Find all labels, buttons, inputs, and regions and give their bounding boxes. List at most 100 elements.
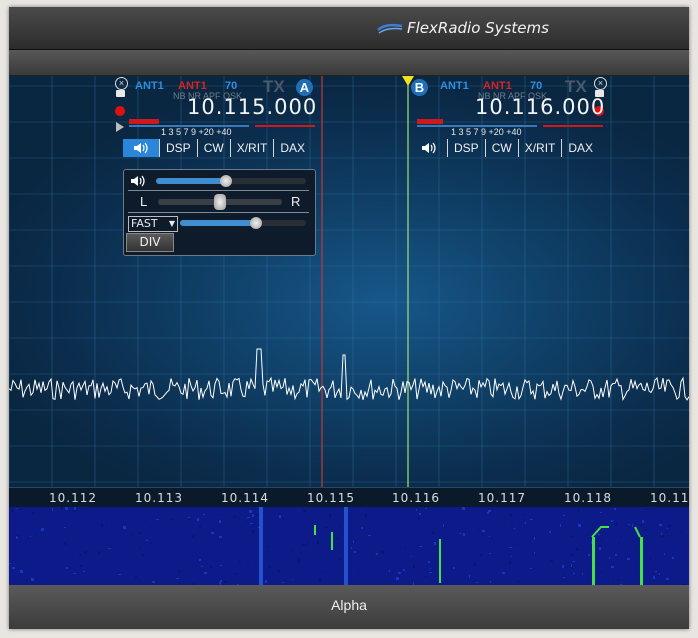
s-meter-over (255, 125, 315, 127)
lock-icon[interactable] (116, 90, 125, 97)
waterfall-noise (617, 579, 619, 581)
waterfall-cw-trace (331, 532, 333, 550)
waterfall-noise (12, 567, 15, 569)
waterfall-noise (530, 582, 531, 583)
waterfall-noise (523, 514, 525, 515)
waterfall-noise (210, 566, 212, 568)
waterfall-noise (192, 535, 194, 538)
waterfall-cw-trace (314, 525, 316, 535)
title-bar: FlexRadio Systems (9, 7, 689, 50)
xrit-button[interactable]: X/RIT (229, 139, 274, 157)
waterfall-noise (578, 524, 581, 527)
slice-frequency[interactable]: 10.115.000 (187, 95, 317, 119)
waterfall-noise (211, 532, 214, 534)
rx-antenna[interactable]: ANT1 (135, 80, 164, 92)
tx-indicator[interactable]: TX (263, 77, 285, 97)
waterfall-noise (123, 526, 126, 529)
waterfall-noise (88, 567, 89, 569)
waterfall-noise (365, 514, 367, 517)
waterfall-noise (419, 513, 421, 515)
waterfall-noise (562, 565, 564, 568)
agc-mode-select[interactable]: FAST ▼ (128, 216, 178, 232)
waterfall-noise (176, 578, 179, 579)
waterfall-noise (511, 556, 512, 557)
waterfall-noise (339, 558, 341, 560)
waterfall-noise (525, 522, 526, 524)
waterfall-noise (101, 524, 103, 527)
audio-button[interactable] (123, 139, 159, 157)
waterfall-noise (106, 524, 107, 527)
freq-tick: 10.113 (135, 491, 183, 505)
waterfall-display[interactable] (9, 507, 689, 585)
volume-icon (131, 175, 145, 187)
waterfall-noise (576, 549, 579, 551)
slice-letter[interactable]: B (411, 79, 428, 96)
waterfall-noise (303, 510, 306, 512)
brand-logo: FlexRadio Systems (377, 15, 549, 41)
waterfall-noise (642, 520, 644, 523)
pan-slider[interactable] (158, 194, 282, 210)
freq-tick: 10.115 (307, 491, 355, 505)
waterfall-noise (11, 509, 14, 512)
slice-letter[interactable]: A (296, 79, 313, 96)
waterfall-noise (292, 549, 293, 552)
close-icon[interactable]: × (115, 77, 128, 90)
dax-button[interactable]: DAX (273, 139, 311, 157)
waterfall-noise (32, 512, 34, 515)
waterfall-noise (570, 554, 573, 556)
waterfall-cw-trace (634, 526, 641, 538)
slice-b-flag[interactable]: B ANT1 ANT1 70 TX × NB NR APF QSK 10.116… (407, 76, 607, 166)
waterfall-noise (571, 564, 572, 567)
volume-slider[interactable] (156, 175, 306, 187)
waterfall-noise (138, 520, 139, 521)
waterfall-noise (250, 523, 253, 524)
frequency-scale[interactable]: 10.112 10.113 10.114 10.115 10.116 10.11… (9, 487, 689, 508)
waterfall-noise (641, 524, 642, 526)
cw-button[interactable]: CW (196, 139, 230, 157)
waterfall-noise (219, 520, 221, 523)
waterfall-noise (216, 561, 217, 562)
s-meter-level (417, 119, 443, 124)
waterfall-noise (142, 554, 144, 556)
waterfall-noise (398, 572, 401, 574)
waterfall-noise (434, 542, 436, 545)
audio-button[interactable] (411, 139, 447, 157)
dsp-button[interactable]: DSP (159, 139, 197, 157)
waterfall-canvas (9, 507, 689, 585)
rx-antenna[interactable]: ANT1 (440, 80, 469, 92)
dax-button[interactable]: DAX (561, 139, 599, 157)
waterfall-noise (279, 515, 281, 518)
dsp-button[interactable]: DSP (447, 139, 485, 157)
agc-threshold-slider[interactable] (180, 217, 306, 229)
s-meter-labels: 1 3 5 7 9 +20 +40 (161, 127, 232, 137)
play-icon[interactable] (116, 122, 124, 132)
tx-indicator[interactable]: TX (565, 77, 587, 97)
waterfall-noise (489, 553, 491, 554)
volume-knob[interactable] (220, 175, 232, 187)
waterfall-noise (659, 524, 662, 526)
waterfall-noise (488, 510, 491, 512)
pan-knob[interactable] (214, 194, 226, 210)
waterfall-noise (27, 579, 28, 582)
record-icon[interactable] (115, 106, 125, 116)
close-icon[interactable]: × (594, 77, 607, 90)
waterfall-signal (259, 507, 261, 585)
waterfall-noise (680, 531, 683, 532)
cw-button[interactable]: CW (484, 139, 518, 157)
waterfall-noise (325, 527, 328, 528)
agc-threshold-knob[interactable] (250, 217, 262, 229)
waterfall-noise (550, 560, 553, 562)
waterfall-noise (307, 542, 308, 545)
waterfall-noise (199, 559, 201, 561)
waterfall-noise (150, 542, 152, 544)
waterfall-noise (353, 539, 356, 540)
waterfall-noise (191, 555, 193, 556)
xrit-button[interactable]: X/RIT (517, 139, 562, 157)
div-button[interactable]: DIV (126, 233, 174, 252)
waterfall-noise (220, 565, 222, 566)
slice-frequency[interactable]: 10.116.000 (475, 95, 605, 119)
slice-a-flag[interactable]: × ANT1 ANT1 70 TX A NB NR APF QSK 10.115… (113, 76, 316, 166)
waterfall-noise (78, 557, 79, 559)
waterfall-noise (575, 565, 576, 567)
waterfall-noise (511, 524, 513, 526)
